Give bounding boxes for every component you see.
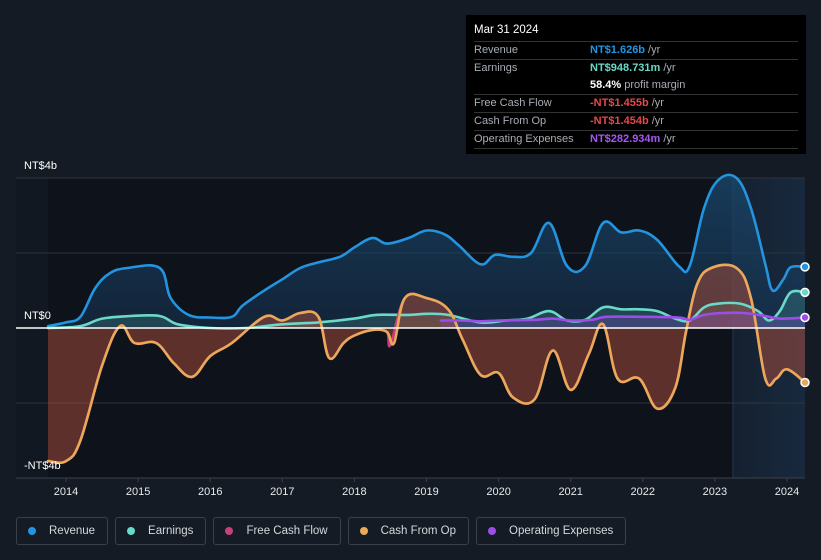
y-label-bottom: -NT$4b bbox=[24, 460, 61, 472]
tooltip-label: Operating Expenses bbox=[474, 133, 574, 145]
tooltip-label: Cash From Op bbox=[474, 115, 547, 127]
tooltip-unit: /yr bbox=[651, 97, 664, 109]
tooltip-row-fcf: Free Cash Flow -NT$1.455b /yr bbox=[474, 95, 798, 113]
x-tick-label: 2014 bbox=[54, 486, 78, 498]
end-marker-revenue bbox=[800, 262, 810, 272]
tooltip: Mar 31 2024 Revenue NT$1.626b /yr Earnin… bbox=[466, 15, 806, 154]
legend-item-free-cash-flow[interactable]: Free Cash Flow bbox=[213, 517, 341, 545]
tooltip-unit: profit margin bbox=[624, 79, 686, 91]
tooltip-label: Free Cash Flow bbox=[474, 97, 552, 109]
tooltip-date: Mar 31 2024 bbox=[474, 21, 798, 42]
end-marker-operating-expenses bbox=[800, 312, 810, 323]
x-tick-label: 2019 bbox=[414, 486, 438, 498]
legend: Revenue Earnings Free Cash Flow Cash Fro… bbox=[16, 517, 627, 545]
legend-label: Operating Expenses bbox=[509, 525, 614, 537]
legend-item-earnings[interactable]: Earnings bbox=[115, 517, 207, 545]
tooltip-value: -NT$1.454b bbox=[590, 115, 649, 127]
x-tick-label: 2021 bbox=[558, 486, 582, 498]
tooltip-unit: /yr bbox=[663, 133, 676, 145]
tooltip-label bbox=[474, 77, 590, 94]
tooltip-value: 58.4% bbox=[590, 79, 622, 91]
legend-dot-icon bbox=[488, 527, 497, 535]
tooltip-unit: /yr bbox=[651, 115, 664, 127]
legend-label: Cash From Op bbox=[380, 525, 457, 537]
x-tick-label: 2024 bbox=[775, 486, 799, 498]
tooltip-row-revenue: Revenue NT$1.626b /yr bbox=[474, 42, 798, 60]
legend-dot-icon bbox=[359, 527, 368, 535]
x-tick-label: 2018 bbox=[342, 486, 366, 498]
tooltip-label: Earnings bbox=[474, 62, 518, 74]
tooltip-row-margin: 58.4% profit margin bbox=[474, 77, 798, 95]
legend-dot-icon bbox=[127, 527, 136, 535]
legend-label: Earnings bbox=[148, 525, 194, 537]
legend-item-cash-from-op[interactable]: Cash From Op bbox=[347, 517, 470, 545]
legend-dot-icon bbox=[225, 527, 234, 535]
tooltip-row-cfo: Cash From Op -NT$1.454b /yr bbox=[474, 113, 798, 131]
tooltip-label: Revenue bbox=[474, 44, 519, 56]
x-tick-label: 2016 bbox=[198, 486, 222, 498]
legend-label: Revenue bbox=[49, 525, 96, 537]
legend-item-operating-expenses[interactable]: Operating Expenses bbox=[476, 517, 627, 545]
tooltip-value: NT$948.731m bbox=[590, 62, 661, 74]
tooltip-unit: /yr bbox=[648, 44, 661, 56]
legend-dot-icon bbox=[28, 527, 36, 535]
y-label-zero: NT$0 bbox=[24, 310, 51, 322]
legend-label: Free Cash Flow bbox=[246, 525, 328, 537]
x-tick-label: 2023 bbox=[703, 486, 727, 498]
y-label-top: NT$4b bbox=[24, 160, 58, 172]
tooltip-value: NT$282.934m bbox=[590, 133, 661, 145]
tooltip-row-opex: Operating Expenses NT$282.934m /yr bbox=[474, 131, 798, 149]
end-marker-earnings bbox=[800, 287, 810, 298]
end-marker-cash-from-op bbox=[800, 377, 810, 388]
tooltip-unit: /yr bbox=[663, 62, 676, 74]
tooltip-value: NT$1.626b bbox=[590, 44, 646, 56]
legend-item-revenue[interactable]: Revenue bbox=[16, 517, 109, 545]
x-tick-label: 2022 bbox=[631, 486, 655, 498]
x-tick-label: 2017 bbox=[270, 486, 294, 498]
x-tick-label: 2015 bbox=[126, 486, 150, 498]
x-axis: 2014 2015 2016 2017 2018 2019 2020 2021 2022 2023… bbox=[16, 477, 805, 498]
tooltip-row-earnings: Earnings NT$948.731m /yr bbox=[474, 60, 798, 77]
x-tick-label: 2020 bbox=[486, 486, 510, 498]
tooltip-value: -NT$1.455b bbox=[590, 97, 649, 109]
